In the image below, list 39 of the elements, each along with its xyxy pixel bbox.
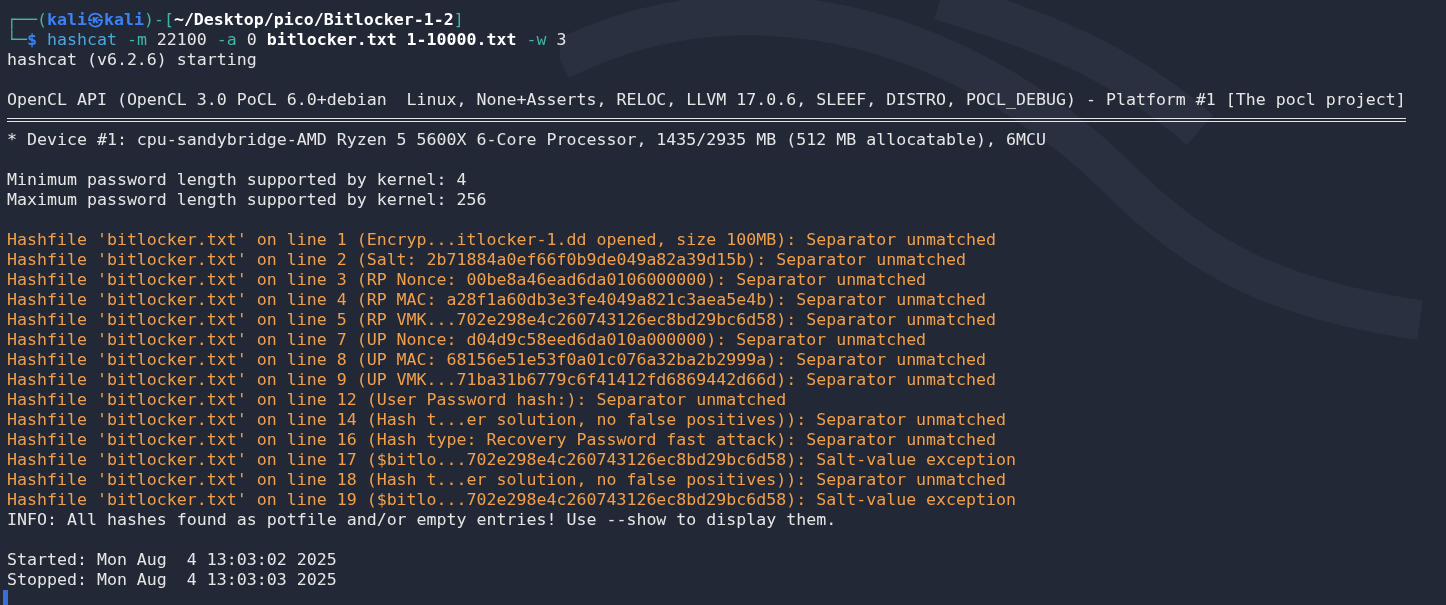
output-line: * Device #1: cpu-sandybridge-AMD Ryzen 5 5600X 6-Core Processor, 1435/2935 MB (512 MB allocatable), 6MCU [7, 130, 1046, 149]
filename-text: bitlocker.txt [266, 30, 397, 50]
prompt-user-text: kali㉿kali [46, 10, 144, 30]
prompt-frame-text: )-[ [143, 10, 174, 30]
prompt-frame-text: └─ [7, 30, 27, 50]
working-directory-text: ~/Desktop/pico/Bitlocker-1-2 [173, 10, 454, 30]
warning-line: Hashfile 'bitlocker.txt' on line 16 (Hash type: Recovery Password fast attack): Separator unmatched [7, 430, 997, 449]
warning-line: Hashfile 'bitlocker.txt' on line 18 (Hash t...er solution, no false positives)): Separator unmatched [7, 470, 1007, 489]
prompt-frame-text: ] [453, 10, 464, 30]
warning-line: Hashfile 'bitlocker.txt' on line 9 (UP VMK...71ba31b6779c6f41412fd6869442d66d): Separator unmatched [7, 370, 997, 389]
warning-line: Hashfile 'bitlocker.txt' on line 5 (RP VMK...702e298e4c260743126ec8bd29bc6d58): Separator unmatched [7, 310, 997, 329]
output-line: hashcat (v6.2.6) starting [7, 50, 257, 69]
prompt-user-text: $ [27, 30, 37, 50]
warning-line: Hashfile 'bitlocker.txt' on line 1 (Encryp...itlocker-1.dd opened, size 100MB): Separator unmatched [7, 230, 997, 249]
option-text: -w [526, 30, 547, 50]
output-line: Started: Mon Aug 4 13:03:02 2025 [7, 550, 337, 569]
prompt-frame-text: ┌──( [7, 10, 47, 30]
warning-line: Hashfile 'bitlocker.txt' on line 3 (RP Nonce: 00be8a46ead6da0106000000): Separator unmatched [7, 270, 927, 289]
warning-line: Hashfile 'bitlocker.txt' on line 19 ($bitlo...702e298e4c260743126ec8bd29bc6d58): Salt-value exception [7, 490, 1017, 509]
warning-line: Hashfile 'bitlocker.txt' on line 17 ($bitlo...702e298e4c260743126ec8bd29bc6d58): Salt-value exception [7, 450, 1017, 469]
option-text: -a [216, 30, 237, 50]
filename-text: 1-10000.txt [406, 30, 517, 50]
warning-line: Hashfile 'bitlocker.txt' on line 14 (Hash t...er solution, no false positives)): Separator unmatched [7, 410, 1007, 429]
warning-line: Hashfile 'bitlocker.txt' on line 8 (UP MAC: 68156e51e53f0a01c076a32ba2b2999a): Separator unmatched [7, 350, 987, 369]
text-cursor [3, 590, 8, 605]
output-line: OpenCL API (OpenCL 3.0 PoCL 6.0+debian Linux, None+Asserts, RELOC, LLVM 17.0.6, SLEEF, DISTRO, POCL_DEBUG) - Platform #1 [The pocl project] [7, 90, 1406, 109]
warning-line: Hashfile 'bitlocker.txt' on line 12 (User Password hash:): Separator unmatched [7, 390, 787, 409]
warning-line: Hashfile 'bitlocker.txt' on line 2 (Salt: 2b71884a0ef66f0b9de049a82a39d15b): Separator unmatched [7, 250, 967, 269]
warning-line: Hashfile 'bitlocker.txt' on line 7 (UP Nonce: d04d9c58eed6da010a000000): Separator unmatched [7, 330, 927, 349]
output-line: Stopped: Mon Aug 4 13:03:03 2025 [7, 570, 337, 589]
option-text: -m [126, 30, 147, 50]
output-line: INFO: All hashes found as potfile and/or empty entries! Use --show to display them. [7, 510, 837, 529]
command-text: hashcat [46, 30, 117, 50]
output-line: Maximum password length supported by kernel: 256 [7, 190, 487, 209]
argument-text: 3 [556, 30, 567, 50]
warning-line: Hashfile 'bitlocker.txt' on line 4 (RP MAC: a28f1a60db3e3fe4049a821c3aea5e4b): Separator unmatched [7, 290, 987, 309]
argument-text: 22100 [156, 30, 207, 50]
argument-text: 0 [246, 30, 257, 50]
output-line: Minimum password length supported by kernel: 4 [7, 170, 467, 189]
